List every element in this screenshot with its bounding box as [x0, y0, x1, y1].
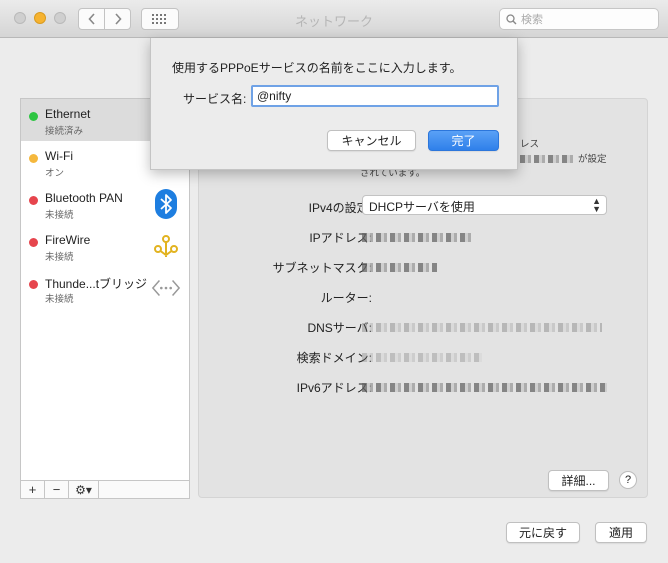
status-dot-red [29, 196, 38, 205]
redacted-ip-address [362, 233, 472, 242]
updown-arrow-icon: ▲ ▼ [592, 196, 601, 214]
service-status: 未接続 [45, 210, 74, 221]
status-dot-yellow [29, 154, 38, 163]
advanced-button[interactable]: 詳細... [548, 470, 609, 491]
service-list-toolbar: + − ⚙▾ [20, 480, 190, 499]
revert-button[interactable]: 元に戻す [506, 522, 580, 543]
cancel-button[interactable]: キャンセル [327, 130, 416, 151]
apply-button[interactable]: 適用 [595, 522, 647, 543]
redacted-text [520, 155, 575, 163]
pppoe-service-sheet: 使用するPPPoEサービスの名前をここに入力します。 サービス名: キャンセル … [150, 38, 518, 170]
bluetooth-icon [151, 189, 181, 219]
service-name: Bluetooth PAN [45, 191, 123, 205]
service-name-input[interactable] [251, 85, 499, 107]
done-button[interactable]: 完了 [428, 130, 499, 151]
status-message-fragment: が設定 [578, 154, 607, 165]
service-item-firewire[interactable]: FireWire 未接続 [21, 225, 189, 267]
status-dot-red [29, 238, 38, 247]
status-dot-green [29, 112, 38, 121]
search-icon [506, 13, 517, 24]
firewire-icon [151, 231, 181, 261]
redacted-search-domain [362, 353, 482, 362]
ipv4-config-value: DHCPサーバを使用 [369, 200, 475, 214]
redacted-subnet-mask [362, 263, 437, 272]
service-status: 未接続 [45, 294, 74, 305]
service-status: オン [45, 168, 65, 179]
add-service-button[interactable]: + [21, 481, 45, 498]
thunderbolt-bridge-icon [151, 273, 181, 303]
search-placeholder: 検索 [521, 14, 543, 26]
service-name: FireWire [45, 233, 91, 247]
search-domain-label: 検索ドメイン: [296, 351, 372, 365]
service-name: Ethernet [45, 107, 91, 121]
redacted-ipv6-address [362, 383, 607, 392]
status-message-fragment: レス [520, 139, 540, 150]
service-status: 接続済み [45, 126, 84, 137]
service-name-label: サービス名: [183, 92, 247, 106]
title-bar: ネットワーク 検索 [0, 0, 668, 38]
router-label: ルーター: [320, 291, 372, 305]
status-dot-red [29, 280, 38, 289]
service-status: 未接続 [45, 252, 74, 263]
redacted-dns-server [362, 323, 602, 332]
service-name: Thunde...tブリッジ [45, 277, 148, 291]
service-item-thunderbolt-bridge[interactable]: Thunde...tブリッジ 未接続 [21, 267, 189, 309]
search-field[interactable]: 検索 [499, 8, 659, 30]
gear-menu-button[interactable]: ⚙▾ [69, 481, 99, 498]
subnet-mask-label: サブネットマスク: [272, 261, 372, 275]
ipv4-config-select[interactable]: DHCPサーバを使用 ▲ ▼ [362, 195, 607, 215]
remove-service-button[interactable]: − [45, 481, 69, 498]
sheet-message: 使用するPPPoEサービスの名前をここに入力します。 [172, 61, 462, 75]
service-item-bluetooth-pan[interactable]: Bluetooth PAN 未接続 [21, 183, 189, 225]
ipv6-address-label: IPv6アドレス: [296, 381, 372, 395]
service-name: Wi-Fi [45, 149, 73, 163]
help-button[interactable]: ? [619, 471, 637, 489]
